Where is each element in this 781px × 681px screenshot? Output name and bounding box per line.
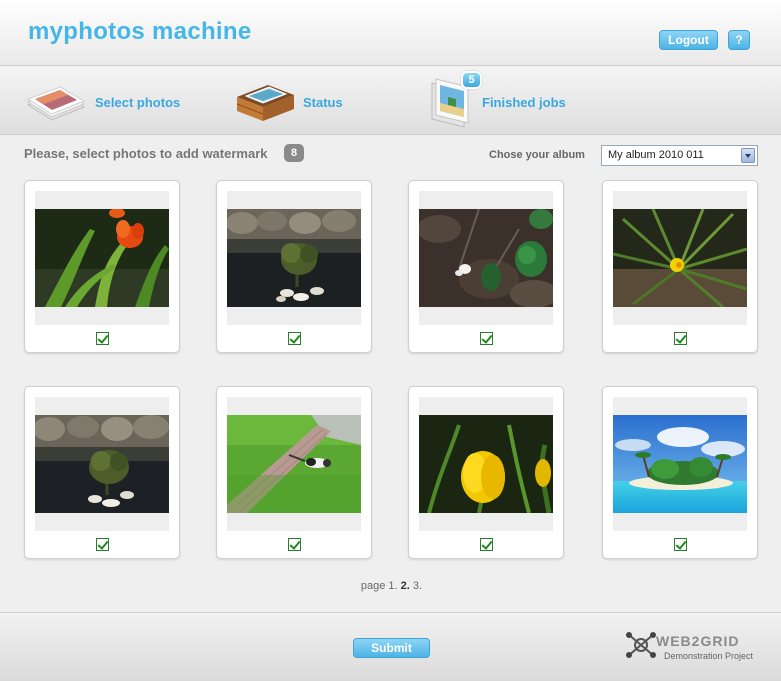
photo-checkbox[interactable] [96, 538, 109, 551]
brand-logo: WEB2GRID Demonstration Project [626, 631, 760, 665]
pagination: page 1. 2. 3. [0, 580, 781, 592]
photo-checkbox[interactable] [288, 332, 301, 345]
photo-checkbox[interactable] [480, 332, 493, 345]
photo-card[interactable] [216, 386, 372, 559]
photo-thumbnail[interactable] [419, 415, 553, 513]
nav-status-label: Status [303, 95, 343, 110]
photo-card[interactable] [24, 180, 180, 353]
photo-frame [35, 191, 169, 325]
tray-icon [236, 85, 294, 121]
page-link-1[interactable]: 1. [388, 580, 397, 592]
album-select-value: My album 2010 011 [608, 149, 704, 161]
grid-network-icon [626, 632, 656, 658]
help-button[interactable]: ? [728, 30, 750, 50]
photo-card[interactable] [602, 386, 758, 559]
nav-status[interactable]: Status [234, 67, 354, 135]
photo-thumbnail[interactable] [35, 415, 169, 513]
photo-frame [419, 397, 553, 531]
nav-finished-jobs[interactable]: 5 Finished jobs [428, 67, 578, 135]
photo-frame [227, 191, 361, 325]
logout-button[interactable]: Logout [659, 30, 718, 50]
header: myphotos machine Logout ? [0, 0, 781, 66]
submit-button[interactable]: Submit [353, 638, 430, 658]
selected-count-badge: 8 [284, 144, 304, 162]
brand-name: WEB2GRID [656, 633, 740, 649]
pagination-prefix: page [360, 580, 386, 592]
photo-card[interactable] [602, 180, 758, 353]
photo-checkbox[interactable] [674, 332, 687, 345]
album-label: Chose your album [489, 149, 585, 161]
app-logo: myphotos machine [28, 18, 252, 45]
photo-thumbnail[interactable] [35, 209, 169, 307]
finished-jobs-badge: 5 [461, 71, 482, 89]
photo-checkbox[interactable] [96, 332, 109, 345]
photo-thumbnail[interactable] [419, 209, 553, 307]
photo-thumbnail[interactable] [613, 415, 747, 513]
nav-select-photos-label: Select photos [95, 95, 181, 110]
photo-thumbnail[interactable] [613, 209, 747, 307]
photo-frame [613, 397, 747, 531]
photo-frame [227, 397, 361, 531]
album-select[interactable]: My album 2010 011 [601, 145, 758, 166]
nav-finished-jobs-label: Finished jobs [482, 95, 566, 110]
brand-subtitle: Demonstration Project [664, 651, 754, 661]
photo-checkbox[interactable] [288, 538, 301, 551]
photo-card[interactable] [24, 386, 180, 559]
photo-thumbnail[interactable] [227, 209, 361, 307]
photo-frame [419, 191, 553, 325]
photo-card[interactable] [408, 386, 564, 559]
photo-thumbnail[interactable] [227, 415, 361, 513]
photo-frame [35, 397, 169, 531]
footer: Submit WEB2GRID Demonstration Project [0, 612, 781, 681]
instruction-text: Please, select photos to add watermark [24, 146, 268, 161]
step-navigation: Select photos Status 5 Finished jobs [0, 67, 781, 135]
page-link-3[interactable]: 3. [413, 580, 422, 592]
page-link-2-current[interactable]: 2. [401, 580, 410, 592]
nav-select-photos[interactable]: Select photos [20, 67, 190, 135]
photo-card[interactable] [216, 180, 372, 353]
photo-checkbox[interactable] [480, 538, 493, 551]
photo-frame [613, 191, 747, 325]
photo-card[interactable] [408, 180, 564, 353]
photo-checkbox[interactable] [674, 538, 687, 551]
photo-stack-icon [26, 86, 86, 121]
chevron-down-icon[interactable] [741, 148, 755, 163]
